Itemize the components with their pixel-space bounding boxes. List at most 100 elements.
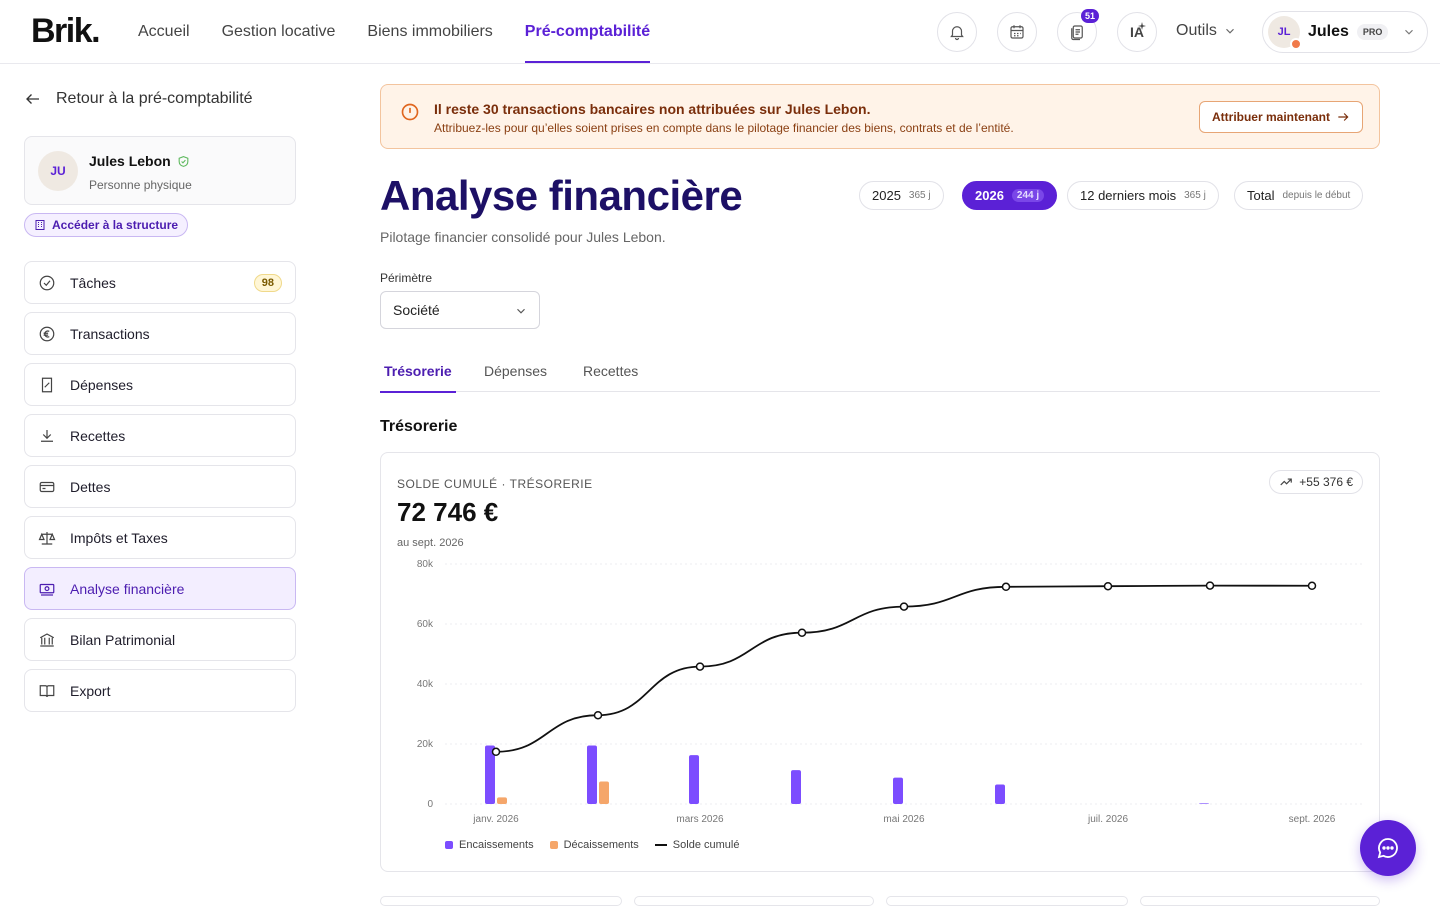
nav-accueil[interactable]: Accueil bbox=[138, 0, 190, 64]
perimeter-label: Périmètre bbox=[380, 271, 433, 285]
alert-title: Il reste 30 transactions bancaires non a… bbox=[434, 101, 871, 117]
bar-encaissements bbox=[1199, 803, 1209, 804]
access-structure-button[interactable]: Accéder à la structure bbox=[24, 213, 189, 237]
sidebar-item-label: Bilan Patrimonial bbox=[70, 631, 176, 648]
tools-menu[interactable]: Outils bbox=[1176, 22, 1237, 40]
tab-tresorerie[interactable]: Trésorerie bbox=[380, 363, 456, 393]
legend-label: Décaissements bbox=[563, 839, 639, 851]
entity-card[interactable]: JU Jules Lebon Personne physique bbox=[24, 136, 296, 205]
sidebar-item-label: Analyse financière bbox=[70, 580, 185, 597]
y-tick-label: 80k bbox=[417, 559, 434, 570]
building-icon bbox=[35, 220, 45, 230]
perimeter-select[interactable]: Société bbox=[380, 291, 540, 329]
line-point bbox=[1205, 581, 1215, 590]
period-2025[interactable]: 2025 365 j bbox=[859, 181, 944, 210]
perimeter-value: Société bbox=[393, 302, 440, 318]
tasks-count-badge: 98 bbox=[253, 273, 282, 292]
check-circle-icon bbox=[38, 274, 56, 292]
entity-name: Jules Lebon bbox=[89, 153, 171, 169]
ia-button[interactable]: IA bbox=[1117, 12, 1157, 52]
chevron-down-icon bbox=[1405, 29, 1414, 35]
x-tick-label: janv. 2026 bbox=[472, 814, 519, 825]
sidebar-item-label: Tâches bbox=[70, 274, 116, 291]
period-detail: depuis le début bbox=[1282, 190, 1351, 201]
chevron-down-icon bbox=[517, 308, 525, 314]
sidebar-item-taches[interactable]: Tâches 98 bbox=[24, 261, 296, 304]
nav-pre-comptabilite[interactable]: Pré-comptabilité bbox=[524, 0, 651, 64]
legend-encaissements[interactable]: Encaissements bbox=[445, 839, 534, 851]
x-tick-label: juil. 2026 bbox=[1087, 814, 1128, 825]
documents-button[interactable]: 51 bbox=[1057, 9, 1099, 52]
chat-button[interactable] bbox=[1360, 820, 1416, 876]
page-subtitle: Pilotage financier consolidé pour Jules … bbox=[380, 229, 666, 245]
y-tick-label: 20k bbox=[417, 739, 434, 750]
line-point bbox=[1001, 582, 1011, 592]
sidebar-item-depenses[interactable]: Dépenses bbox=[24, 363, 296, 406]
period-label: 12 derniers mois bbox=[1080, 188, 1177, 203]
period-2026[interactable]: 2026 244 j bbox=[962, 181, 1058, 210]
line-point bbox=[899, 602, 909, 611]
legend-label: Encaissements bbox=[459, 839, 534, 851]
sidebar-item-export[interactable]: Export bbox=[24, 669, 296, 712]
analysis-tabs: Trésorerie Dépenses Recettes bbox=[380, 352, 1380, 393]
money-icon bbox=[38, 580, 56, 598]
calendar-button[interactable] bbox=[997, 12, 1037, 52]
y-tick-label: 0 bbox=[427, 799, 433, 810]
tab-depenses[interactable]: Dépenses bbox=[484, 363, 547, 392]
nav-gestion-locative[interactable]: Gestion locative bbox=[222, 0, 336, 64]
clipboard-icon bbox=[1071, 25, 1083, 41]
notifications-button[interactable] bbox=[937, 12, 977, 52]
page-title: Analyse financière bbox=[380, 172, 743, 219]
line-point bbox=[1103, 581, 1113, 591]
legend-solde-cumule[interactable]: Solde cumulé bbox=[654, 839, 739, 851]
card-icon bbox=[38, 478, 56, 496]
tab-recettes[interactable]: Recettes bbox=[583, 363, 638, 392]
main-nav: Accueil Gestion locative Biens immobilie… bbox=[138, 0, 682, 64]
arrow-left-icon bbox=[26, 94, 39, 104]
download-icon bbox=[38, 427, 56, 445]
bar-decaissements bbox=[497, 797, 507, 804]
summary-card bbox=[886, 896, 1128, 906]
scale-icon bbox=[38, 529, 56, 547]
period-detail: 244 j bbox=[1011, 189, 1045, 202]
brik-logo[interactable]: Brik. bbox=[31, 12, 101, 51]
treasury-chart-card: SOLDE CUMULÉ · TRÉSORERIE 72 746 € au se… bbox=[380, 452, 1380, 872]
bar-encaissements bbox=[893, 777, 903, 804]
line-point bbox=[695, 662, 705, 671]
period-label: 2025 bbox=[872, 188, 901, 203]
legend-decaissements[interactable]: Décaissements bbox=[549, 839, 639, 851]
legend-swatch bbox=[549, 841, 558, 849]
alert-circle-icon bbox=[401, 103, 419, 121]
back-link[interactable]: Retour à la pré-comptabilité bbox=[24, 90, 253, 108]
bar-encaissements bbox=[689, 755, 699, 804]
legend-swatch bbox=[445, 841, 453, 849]
sidebar-item-impots[interactable]: Impôts et Taxes bbox=[24, 516, 296, 559]
summary-card bbox=[1140, 896, 1380, 906]
period-detail: 365 j bbox=[1184, 190, 1206, 201]
nav-biens-immobiliers[interactable]: Biens immobiliers bbox=[367, 0, 492, 64]
sidebar-item-recettes[interactable]: Recettes bbox=[24, 414, 296, 457]
sidebar-item-label: Transactions bbox=[70, 325, 150, 342]
sidebar-item-bilan-patrimonial[interactable]: Bilan Patrimonial bbox=[24, 618, 296, 661]
documents-badge: 51 bbox=[1080, 9, 1099, 23]
arrow-right-icon bbox=[1338, 113, 1349, 121]
bar-encaissements bbox=[791, 770, 801, 804]
status-dot-icon bbox=[1290, 38, 1302, 50]
sidebar-item-analyse-financiere[interactable]: Analyse financière bbox=[24, 567, 296, 610]
sparkle-icon bbox=[1138, 22, 1146, 30]
sidebar-item-dettes[interactable]: Dettes bbox=[24, 465, 296, 508]
sidebar-item-transactions[interactable]: Transactions bbox=[24, 312, 296, 355]
chevron-down-icon bbox=[1225, 28, 1234, 34]
user-menu[interactable]: JL Jules PRO bbox=[1262, 11, 1428, 53]
period-total[interactable]: Total depuis le début bbox=[1234, 181, 1364, 210]
calendar-icon bbox=[1010, 25, 1024, 39]
line-point bbox=[1307, 581, 1317, 591]
assign-now-button[interactable]: Attribuer maintenant bbox=[1198, 101, 1363, 133]
period-label: Total bbox=[1247, 188, 1275, 203]
y-tick-label: 40k bbox=[417, 679, 434, 690]
back-label: Retour à la pré-comptabilité bbox=[56, 90, 253, 107]
sidebar-item-label: Recettes bbox=[70, 427, 126, 444]
x-tick-label: sept. 2026 bbox=[1289, 814, 1336, 825]
period-12-months[interactable]: 12 derniers mois 365 j bbox=[1067, 181, 1219, 210]
chat-icon bbox=[1377, 838, 1398, 859]
